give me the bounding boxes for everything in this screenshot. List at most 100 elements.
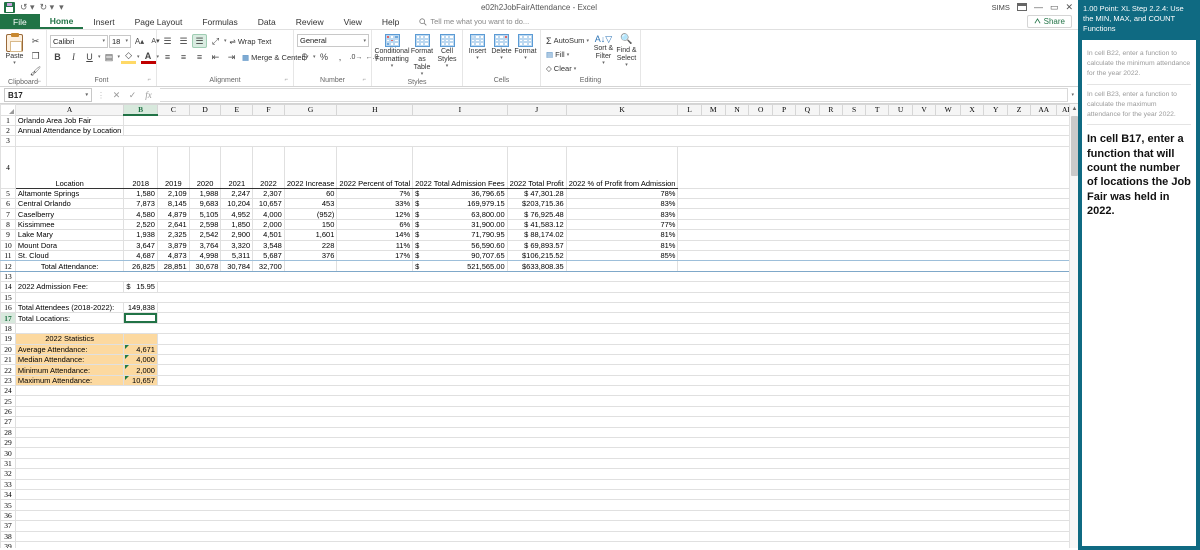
paste-button[interactable]: Paste ▾ xyxy=(3,32,26,67)
cell-I4[interactable]: 2022 Total Admission Fees xyxy=(412,145,508,189)
cell-B20[interactable]: 4,671 xyxy=(123,343,158,355)
cell-J8[interactable]: $ 41,583.12 xyxy=(506,218,567,231)
cell-row26[interactable] xyxy=(14,405,1078,418)
cell-B7[interactable]: 4,580 xyxy=(123,208,158,220)
row-header-7[interactable]: 7 xyxy=(0,208,16,220)
cell-row33[interactable] xyxy=(14,478,1078,491)
align-center-icon[interactable]: ≡ xyxy=(176,50,191,64)
row-header-11[interactable]: 11 xyxy=(0,249,16,262)
delete-cells-button[interactable]: Delete ▾ xyxy=(490,32,513,62)
column-header-Y[interactable]: Y xyxy=(983,104,1008,116)
cell-K6[interactable]: 83% xyxy=(565,198,679,210)
tab-file[interactable]: File xyxy=(0,14,40,29)
increase-font-size-icon[interactable]: A▴ xyxy=(132,34,147,48)
cell-C7[interactable]: 4,879 xyxy=(156,208,190,220)
cell-A19[interactable]: 2022 Statistics xyxy=(14,333,125,345)
cell-F12[interactable]: 32,700 xyxy=(252,260,285,272)
cell-A5[interactable]: Altamonte Springs xyxy=(14,187,125,200)
column-header-J[interactable]: J xyxy=(506,104,567,116)
cell-row28[interactable] xyxy=(14,426,1078,439)
cs-chevron-icon[interactable]: ▾ xyxy=(446,63,449,70)
cell-H6[interactable]: 33% xyxy=(336,198,414,210)
fill-button[interactable]: ▤ Fill ▾ xyxy=(544,48,591,61)
column-header-R[interactable]: R xyxy=(818,104,844,116)
cell-A22[interactable]: Minimum Attendance: xyxy=(14,364,125,376)
column-header-A[interactable]: A xyxy=(14,104,125,116)
decrease-indent-icon[interactable]: ⇤ xyxy=(208,50,223,64)
cell-row12-rest[interactable] xyxy=(677,260,1078,272)
cell-B4[interactable]: 2018 xyxy=(123,145,158,189)
cell-B14[interactable]: $15.95 xyxy=(123,281,158,293)
column-header-B[interactable]: B xyxy=(123,104,158,116)
find-chevron-icon[interactable]: ▾ xyxy=(625,62,628,69)
scrollbar-thumb[interactable] xyxy=(1071,116,1078,176)
cell-row6-rest[interactable] xyxy=(677,198,1078,210)
cell-D4[interactable]: 2020 xyxy=(188,145,222,189)
tab-formulas[interactable]: Formulas xyxy=(192,14,247,29)
cell-row19-rest[interactable] xyxy=(156,333,1078,345)
cell-E10[interactable]: 3,320 xyxy=(220,239,254,252)
cell-A14[interactable]: 2022 Admission Fee: xyxy=(14,281,125,293)
cell-C10[interactable]: 3,879 xyxy=(156,239,190,252)
select-all-corner[interactable] xyxy=(0,104,16,116)
cell-K7[interactable]: 83% xyxy=(565,208,679,220)
cell-B16[interactable]: 149,838 xyxy=(123,301,158,314)
cell-D9[interactable]: 2,542 xyxy=(188,229,222,241)
cell-A11[interactable]: St. Cloud xyxy=(14,249,125,262)
row-header-21[interactable]: 21 xyxy=(0,353,16,366)
cell-C6[interactable]: 8,145 xyxy=(156,198,190,210)
row-header-3[interactable]: 3 xyxy=(0,135,16,147)
cell-F4[interactable]: 2022 xyxy=(252,145,285,189)
row-header-25[interactable]: 25 xyxy=(0,395,16,407)
tab-data[interactable]: Data xyxy=(248,14,286,29)
format-chevron-icon[interactable]: ▾ xyxy=(524,55,527,62)
column-header-W[interactable]: W xyxy=(935,104,961,116)
autosum-chevron-icon[interactable]: ▾ xyxy=(586,38,589,44)
cancel-icon[interactable]: ✕ xyxy=(110,90,123,101)
tab-home[interactable]: Home xyxy=(39,14,84,29)
tab-help[interactable]: Help xyxy=(372,14,409,29)
cell-F7[interactable]: 4,000 xyxy=(252,208,285,220)
cell-B8[interactable]: 2,520 xyxy=(123,218,158,231)
name-box[interactable]: B17 ▾ xyxy=(4,88,92,102)
cell-K8[interactable]: 77% xyxy=(565,218,679,231)
number-dialog-launcher[interactable]: ⌐ xyxy=(362,75,366,85)
italic-button[interactable]: I xyxy=(66,50,81,64)
cell-A21[interactable]: Median Attendance: xyxy=(14,353,125,366)
column-header-X[interactable]: X xyxy=(959,104,985,116)
cell-row8-rest[interactable] xyxy=(677,218,1078,231)
vertical-scrollbar[interactable]: ▲ xyxy=(1069,104,1078,548)
row-header-4[interactable]: 4 xyxy=(0,145,16,189)
tab-insert[interactable]: Insert xyxy=(83,14,124,29)
cell-B11[interactable]: 4,687 xyxy=(123,249,158,262)
cell-D11[interactable]: 4,998 xyxy=(188,249,222,262)
cell-H11[interactable]: 17% xyxy=(336,249,414,262)
orientation-chevron-icon[interactable]: ▾ xyxy=(224,38,227,44)
cell-C4[interactable]: 2019 xyxy=(156,145,190,189)
expand-formula-bar-icon[interactable]: ▾ xyxy=(1071,92,1074,98)
cell-row18[interactable] xyxy=(14,322,1078,335)
cell-K10[interactable]: 81% xyxy=(565,239,679,252)
fill-chevron-icon[interactable]: ▾ xyxy=(137,54,140,60)
row-header-34[interactable]: 34 xyxy=(0,488,16,501)
clipboard-dialog-launcher[interactable]: ⌐ xyxy=(37,77,41,87)
column-header-S[interactable]: S xyxy=(842,104,867,116)
share-button[interactable]: Share xyxy=(1026,15,1072,28)
cell-C12[interactable]: 28,851 xyxy=(156,260,190,272)
row-header-39[interactable]: 39 xyxy=(0,540,16,548)
font-color-icon[interactable]: A xyxy=(140,51,156,64)
cell-row20-rest[interactable] xyxy=(156,343,1078,355)
cell-F5[interactable]: 2,307 xyxy=(252,187,285,200)
sort-chevron-icon[interactable]: ▾ xyxy=(602,61,605,67)
cell-A10[interactable]: Mount Dora xyxy=(14,239,125,252)
formula-input[interactable] xyxy=(160,88,1069,102)
increase-decimal-icon[interactable]: .0→ xyxy=(349,50,364,64)
column-header-M[interactable]: M xyxy=(700,104,726,116)
cell-B6[interactable]: 7,873 xyxy=(123,198,158,210)
cell-D6[interactable]: 9,683 xyxy=(188,198,222,210)
align-top-icon[interactable]: ☰ xyxy=(160,34,175,48)
underline-chevron-icon[interactable]: ▾ xyxy=(98,54,101,60)
name-box-chevron-icon[interactable]: ▾ xyxy=(85,92,88,98)
column-header-E[interactable]: E xyxy=(220,104,254,116)
column-header-T[interactable]: T xyxy=(865,104,890,116)
